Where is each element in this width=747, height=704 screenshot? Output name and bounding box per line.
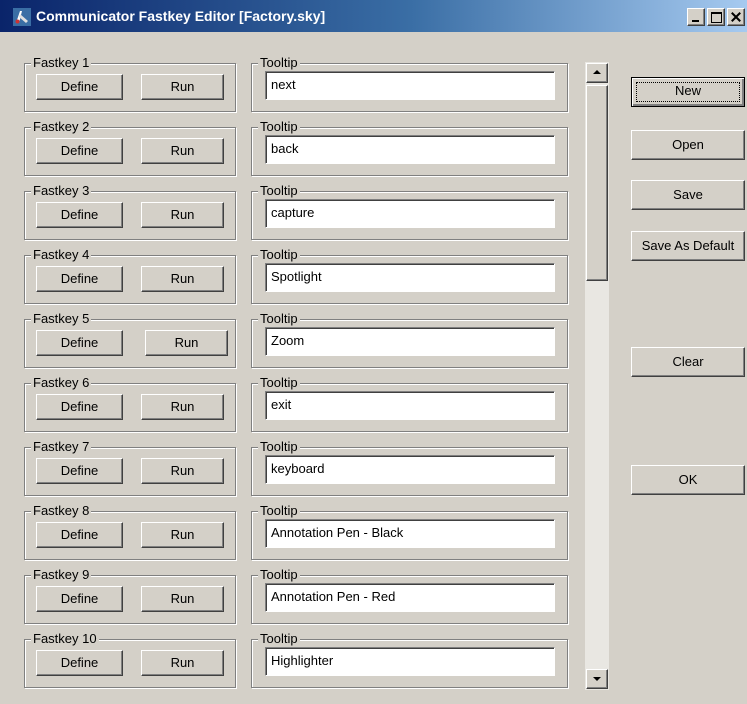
tooltip-label: Tooltip bbox=[258, 631, 300, 647]
scroll-down-arrow-icon[interactable] bbox=[586, 669, 608, 689]
fastkey-group: Fastkey 7 Define Run bbox=[24, 439, 236, 496]
close-icon[interactable] bbox=[727, 8, 745, 26]
title-bar[interactable]: Communicator Fastkey Editor [Factory.sky… bbox=[0, 0, 747, 32]
tooltip-input[interactable]: next bbox=[265, 71, 555, 100]
tooltip-label: Tooltip bbox=[258, 439, 300, 455]
run-button[interactable]: Run bbox=[145, 330, 228, 356]
run-button[interactable]: Run bbox=[141, 202, 224, 228]
save-as-default-button[interactable]: Save As Default bbox=[631, 231, 745, 261]
run-button[interactable]: Run bbox=[141, 266, 224, 292]
scroll-up-arrow-icon[interactable] bbox=[586, 63, 608, 83]
fastkey-group: Fastkey 10 Define Run bbox=[24, 631, 236, 688]
fastkey-label: Fastkey 2 bbox=[31, 119, 92, 135]
fastkey-label: Fastkey 6 bbox=[31, 375, 92, 391]
tooltip-group: Tooltip Zoom bbox=[251, 311, 568, 368]
caption-buttons bbox=[685, 8, 745, 26]
run-button[interactable]: Run bbox=[141, 522, 224, 548]
fastkey-group: Fastkey 1 Define Run bbox=[24, 55, 236, 112]
tooltip-label: Tooltip bbox=[258, 119, 300, 135]
fastkey-label: Fastkey 3 bbox=[31, 183, 92, 199]
define-button[interactable]: Define bbox=[36, 138, 123, 164]
communicator-app-icon bbox=[13, 8, 31, 26]
run-button[interactable]: Run bbox=[141, 650, 224, 676]
tooltip-group: Tooltip Highlighter bbox=[251, 631, 568, 688]
maximize-icon[interactable] bbox=[707, 8, 725, 26]
tooltip-input[interactable]: Spotlight bbox=[265, 263, 555, 292]
define-button[interactable]: Define bbox=[36, 330, 123, 356]
tooltip-input[interactable]: Highlighter bbox=[265, 647, 555, 676]
tooltip-input[interactable]: Annotation Pen - Red bbox=[265, 583, 555, 612]
fastkey-group: Fastkey 8 Define Run bbox=[24, 503, 236, 560]
define-button[interactable]: Define bbox=[36, 586, 123, 612]
tooltip-input[interactable]: keyboard bbox=[265, 455, 555, 484]
tooltip-input[interactable]: Annotation Pen - Black bbox=[265, 519, 555, 548]
define-button[interactable]: Define bbox=[36, 202, 123, 228]
fastkey-label: Fastkey 4 bbox=[31, 247, 92, 263]
window-title: Communicator Fastkey Editor [Factory.sky… bbox=[36, 8, 326, 24]
tooltip-group: Tooltip next bbox=[251, 55, 568, 112]
run-button[interactable]: Run bbox=[141, 74, 224, 100]
tooltip-group: Tooltip back bbox=[251, 119, 568, 176]
scrollbar-thumb[interactable] bbox=[586, 85, 608, 281]
tooltip-group: Tooltip keyboard bbox=[251, 439, 568, 496]
tooltip-group: Tooltip Annotation Pen - Red bbox=[251, 567, 568, 624]
tooltip-label: Tooltip bbox=[258, 375, 300, 391]
define-button[interactable]: Define bbox=[36, 394, 123, 420]
tooltip-input[interactable]: exit bbox=[265, 391, 555, 420]
define-button[interactable]: Define bbox=[36, 522, 123, 548]
new-button[interactable]: New bbox=[631, 77, 745, 107]
clear-button[interactable]: Clear bbox=[631, 347, 745, 377]
define-button[interactable]: Define bbox=[36, 458, 123, 484]
fastkey-group: Fastkey 9 Define Run bbox=[24, 567, 236, 624]
define-button[interactable]: Define bbox=[36, 650, 123, 676]
ok-button[interactable]: OK bbox=[631, 465, 745, 495]
define-button[interactable]: Define bbox=[36, 74, 123, 100]
tooltip-group: Tooltip capture bbox=[251, 183, 568, 240]
fastkey-label: Fastkey 1 bbox=[31, 55, 92, 71]
fastkey-group: Fastkey 4 Define Run bbox=[24, 247, 236, 304]
tooltip-label: Tooltip bbox=[258, 503, 300, 519]
run-button[interactable]: Run bbox=[141, 394, 224, 420]
open-button[interactable]: Open bbox=[631, 130, 745, 160]
tooltip-label: Tooltip bbox=[258, 311, 300, 327]
run-button[interactable]: Run bbox=[141, 458, 224, 484]
fastkey-group: Fastkey 5 Define Run bbox=[24, 311, 236, 368]
tooltip-input[interactable]: capture bbox=[265, 199, 555, 228]
fastkey-label: Fastkey 10 bbox=[31, 631, 99, 647]
minimize-icon[interactable] bbox=[687, 8, 705, 26]
fastkey-group: Fastkey 6 Define Run bbox=[24, 375, 236, 432]
tooltip-label: Tooltip bbox=[258, 55, 300, 71]
save-button[interactable]: Save bbox=[631, 180, 745, 210]
tooltip-label: Tooltip bbox=[258, 247, 300, 263]
fastkey-label: Fastkey 7 bbox=[31, 439, 92, 455]
fastkey-group: Fastkey 2 Define Run bbox=[24, 119, 236, 176]
run-button[interactable]: Run bbox=[141, 138, 224, 164]
tooltip-input[interactable]: Zoom bbox=[265, 327, 555, 356]
tooltip-group: Tooltip Spotlight bbox=[251, 247, 568, 304]
new-button-label: New bbox=[636, 82, 740, 102]
fastkey-label: Fastkey 9 bbox=[31, 567, 92, 583]
vertical-scrollbar[interactable] bbox=[585, 62, 609, 690]
tooltip-group: Tooltip Annotation Pen - Black bbox=[251, 503, 568, 560]
fastkey-group: Fastkey 3 Define Run bbox=[24, 183, 236, 240]
tooltip-input[interactable]: back bbox=[265, 135, 555, 164]
define-button[interactable]: Define bbox=[36, 266, 123, 292]
tooltip-label: Tooltip bbox=[258, 183, 300, 199]
tooltip-label: Tooltip bbox=[258, 567, 300, 583]
tooltip-group: Tooltip exit bbox=[251, 375, 568, 432]
fastkey-label: Fastkey 8 bbox=[31, 503, 92, 519]
fastkey-label: Fastkey 5 bbox=[31, 311, 92, 327]
run-button[interactable]: Run bbox=[141, 586, 224, 612]
